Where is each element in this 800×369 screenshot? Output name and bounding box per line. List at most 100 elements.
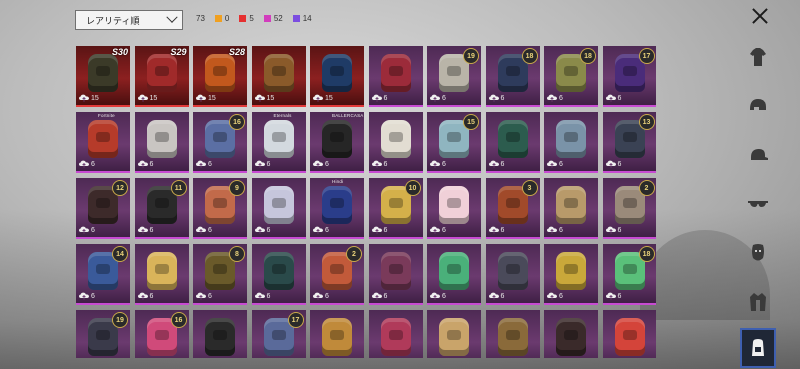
sidebar-item-helmet[interactable]: [740, 87, 776, 125]
backpack-card[interactable]: 6: [544, 310, 598, 358]
backpack-image: [263, 252, 294, 290]
backpack-card[interactable]: 6: [368, 244, 423, 305]
card-footer: 6: [196, 292, 212, 300]
upgrade-cloud-icon: [313, 160, 323, 168]
sidebar-item-outfit[interactable]: [740, 38, 776, 76]
upgrade-cloud-icon: [605, 292, 616, 300]
upgrade-cloud-icon: [488, 160, 499, 168]
backpack-card[interactable]: S30 15: [76, 46, 130, 107]
backpack-card[interactable]: 6: [427, 310, 481, 358]
sidebar-item-glasses[interactable]: [740, 185, 776, 223]
backpack-card[interactable]: 6: [485, 244, 540, 305]
cap-icon: [751, 149, 768, 160]
upgrade-cloud-icon: [79, 226, 89, 234]
backpack-card[interactable]: 6: [251, 244, 306, 305]
backpack-card[interactable]: Hindi 6: [310, 178, 364, 239]
backpack-image: [322, 318, 352, 356]
card-count: 6: [149, 292, 154, 300]
sidebar-item-mask[interactable]: [740, 234, 776, 272]
backpack-card[interactable]: 6: [134, 244, 189, 305]
backpack-card[interactable]: 166: [134, 310, 189, 358]
backpack-card[interactable]: 6: [368, 112, 423, 173]
card-footer: 6: [547, 292, 563, 300]
chevron-down-icon: [166, 11, 178, 23]
level-badge: 11: [170, 180, 187, 196]
backpack-card[interactable]: 12 6: [76, 178, 130, 239]
level-badge: 17: [287, 312, 304, 328]
backpack-card[interactable]: Eternals 6: [251, 112, 306, 173]
card-count: 15: [266, 94, 275, 102]
backpack-card[interactable]: 14 6: [76, 244, 130, 305]
backpack-image: [497, 120, 528, 158]
backpack-card[interactable]: 26: [602, 178, 656, 239]
backpack-card[interactable]: 18 6: [602, 244, 656, 305]
backpack-card[interactable]: 36: [485, 178, 540, 239]
backpack-card[interactable]: 6: [310, 310, 364, 358]
close-icon[interactable]: [748, 4, 772, 28]
card-count: 6: [266, 160, 271, 168]
sidebar-item-cap[interactable]: [740, 136, 776, 174]
backpack-card[interactable]: 6: [368, 46, 423, 107]
backpack-card[interactable]: 196: [427, 46, 481, 107]
backpack-image: [556, 318, 586, 356]
backpack-card[interactable]: 13 6: [602, 112, 656, 173]
backpack-card[interactable]: 176: [251, 310, 306, 358]
backpack-card[interactable]: 15: [310, 46, 364, 107]
rarity-count-value: 5: [249, 14, 254, 23]
backpack-card[interactable]: 166: [193, 112, 247, 173]
backpack-card[interactable]: BALLERCASA 6: [310, 112, 364, 173]
backpack-card[interactable]: 6: [544, 244, 598, 305]
card-count: 6: [442, 94, 446, 102]
upgrade-cloud-icon: [547, 226, 557, 234]
backpack-card[interactable]: 15 6: [427, 112, 481, 173]
sidebar-item-jacket[interactable]: [740, 283, 776, 321]
sort-dropdown[interactable]: レアリティ順: [75, 10, 183, 30]
card-footer: 6: [488, 226, 504, 234]
backpack-card[interactable]: 6: [427, 178, 481, 239]
card-footer: 6: [254, 292, 271, 300]
backpack-image: [263, 186, 294, 224]
backpack-card[interactable]: 6: [544, 178, 598, 239]
card-count: 6: [325, 160, 329, 168]
backpack-card[interactable]: 86: [193, 244, 247, 305]
upgrade-cloud-icon: [430, 226, 440, 234]
card-footer: 6: [371, 292, 388, 300]
card-count: 6: [442, 160, 446, 168]
backpack-card[interactable]: 10 6: [368, 178, 423, 239]
card-count: 6: [383, 292, 388, 300]
backpack-card[interactable]: S28 15: [193, 46, 247, 107]
card-footer: 6: [254, 226, 270, 234]
brand-tag: Fortnite: [98, 113, 115, 118]
backpack-card[interactable]: 6: [485, 310, 540, 358]
rarity-count-pink: 52: [263, 14, 283, 23]
backpack-card[interactable]: 196: [76, 310, 130, 358]
backpack-card[interactable]: 6: [134, 112, 189, 173]
backpack-card[interactable]: 26: [310, 244, 364, 305]
backpack-card[interactable]: 18 6: [544, 46, 598, 107]
backpack-card[interactable]: 6: [485, 112, 540, 173]
backpack-card[interactable]: 11 6: [134, 178, 189, 239]
backpack-card[interactable]: 6: [427, 244, 481, 305]
card-footer: 6: [79, 226, 95, 234]
card-count: 6: [266, 292, 271, 300]
backpack-card[interactable]: 6: [368, 310, 423, 358]
backpack-card[interactable]: 96: [193, 178, 247, 239]
card-count: 6: [500, 160, 505, 168]
backpack-card[interactable]: 176: [602, 46, 656, 107]
backpack-card[interactable]: 6: [193, 310, 247, 358]
brand-tag: BALLERCASA: [332, 113, 364, 118]
backpack-card[interactable]: S29 15: [134, 46, 189, 107]
upgrade-cloud-icon: [605, 226, 616, 234]
upgrade-cloud-icon: [371, 94, 382, 102]
backpack-card[interactable]: Fortnite 6: [76, 112, 130, 173]
backpack-card[interactable]: 6: [544, 112, 598, 173]
card-footer: 15: [137, 94, 157, 102]
sidebar-item-backpack[interactable]: [740, 328, 776, 368]
backpack-card[interactable]: 6: [602, 310, 656, 358]
backpack-card[interactable]: 15: [251, 46, 306, 107]
card-count: 6: [91, 160, 95, 168]
card-footer: 6: [430, 226, 446, 234]
backpack-card[interactable]: 18 6: [485, 46, 540, 107]
backpack-card[interactable]: 6: [251, 178, 306, 239]
card-count: 6: [91, 292, 95, 300]
